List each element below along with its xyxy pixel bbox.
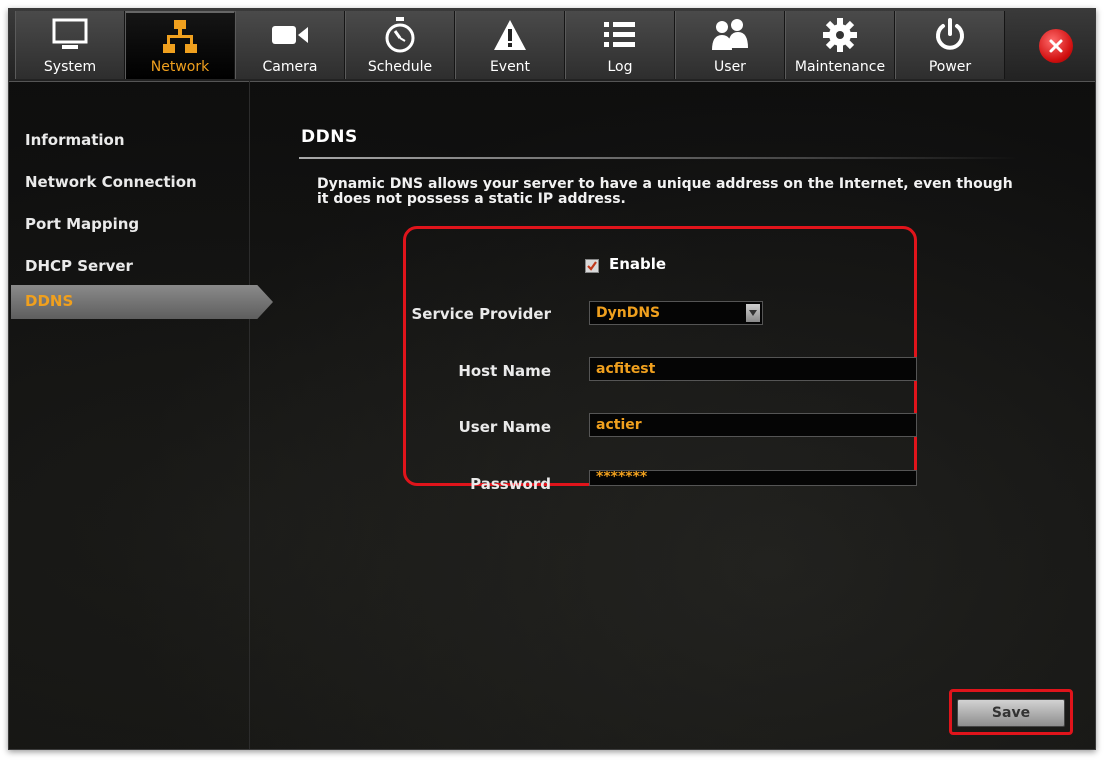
tab-maintenance[interactable]: Maintenance xyxy=(785,11,895,79)
chevron-down-icon xyxy=(746,304,760,322)
tab-label: Log xyxy=(607,59,633,75)
enable-checkbox[interactable] xyxy=(585,259,599,273)
sidebar-item-ddns[interactable]: DDNS xyxy=(11,285,273,319)
close-button[interactable] xyxy=(1039,29,1073,63)
user-name-label: User Name xyxy=(458,418,551,436)
warning-icon xyxy=(456,15,564,55)
top-toolbar: System Network Camera Schedule Event Log… xyxy=(9,9,1095,82)
tab-label: System xyxy=(43,59,97,75)
tab-label: Schedule xyxy=(367,59,433,75)
sidebar-item-port-mapping[interactable]: Port Mapping xyxy=(25,215,245,239)
tab-user[interactable]: User xyxy=(675,11,785,79)
network-icon xyxy=(126,17,234,57)
monitor-icon xyxy=(16,15,124,55)
sidebar-item-information[interactable]: Information xyxy=(25,131,245,155)
sidebar-item-label: Network Connection xyxy=(25,173,197,191)
sidebar-item-label: DDNS xyxy=(25,292,74,310)
sidebar-item-label: Port Mapping xyxy=(25,215,140,233)
tab-power[interactable]: Power xyxy=(895,11,1005,79)
gear-icon xyxy=(786,15,894,55)
tab-label: User xyxy=(714,59,746,75)
users-icon xyxy=(676,15,784,55)
main-content: DDNS Dynamic DNS allows your server to h… xyxy=(249,81,1095,749)
sidebar-item-dhcp-server[interactable]: DHCP Server xyxy=(25,257,245,281)
tab-camera[interactable]: Camera xyxy=(235,11,345,79)
tab-label: Power xyxy=(928,59,972,75)
list-icon xyxy=(566,15,674,55)
stopwatch-icon xyxy=(346,15,454,55)
tab-network[interactable]: Network xyxy=(125,11,235,79)
tab-schedule[interactable]: Schedule xyxy=(345,11,455,79)
tab-system[interactable]: System xyxy=(15,11,125,79)
password-label: Password xyxy=(470,475,551,493)
tab-label: Network xyxy=(150,59,210,75)
service-provider-value: DynDNS xyxy=(596,305,661,321)
user-name-input[interactable] xyxy=(589,413,917,437)
service-provider-select[interactable]: DynDNS xyxy=(589,301,763,325)
page-title: DDNS xyxy=(301,127,358,147)
enable-label: Enable xyxy=(609,255,667,273)
checkmark-icon xyxy=(587,261,597,271)
tab-label: Camera xyxy=(262,59,318,75)
save-button[interactable]: Save xyxy=(957,699,1065,727)
host-name-label: Host Name xyxy=(458,362,551,380)
tab-label: Event xyxy=(489,59,531,75)
service-provider-label: Service Provider xyxy=(411,305,551,323)
sidebar-item-label: Information xyxy=(25,131,125,149)
sidebar-item-network-connection[interactable]: Network Connection xyxy=(25,173,245,197)
camera-icon xyxy=(236,15,344,55)
app-window: System Network Camera Schedule Event Log… xyxy=(8,8,1096,750)
tab-event[interactable]: Event xyxy=(455,11,565,79)
page-description: Dynamic DNS allows your server to have a… xyxy=(317,176,1013,207)
password-input[interactable] xyxy=(589,470,917,486)
sidebar-item-label: DHCP Server xyxy=(25,257,133,275)
sidebar: Information Network Connection Port Mapp… xyxy=(9,81,273,749)
tab-log[interactable]: Log xyxy=(565,11,675,79)
tab-label: Maintenance xyxy=(794,59,886,75)
host-name-input[interactable] xyxy=(589,357,917,381)
close-icon xyxy=(1049,39,1063,53)
power-icon xyxy=(896,15,1004,55)
title-divider xyxy=(299,157,1019,159)
